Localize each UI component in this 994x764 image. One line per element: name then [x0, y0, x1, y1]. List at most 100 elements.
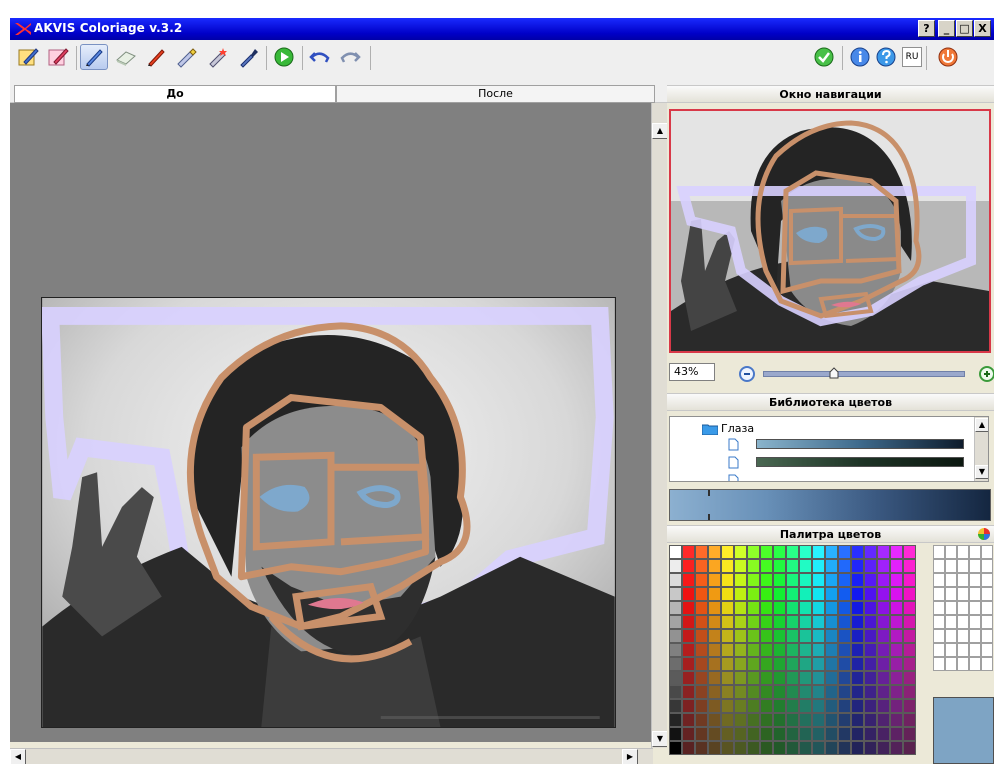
- new-document-icon[interactable]: [14, 44, 42, 70]
- palette-color-cell[interactable]: [721, 559, 734, 573]
- palette-color-cell[interactable]: [721, 601, 734, 615]
- palette-color-cell[interactable]: [708, 685, 721, 699]
- palette-color-cell[interactable]: [734, 713, 747, 727]
- custom-color-cell[interactable]: [945, 559, 957, 573]
- palette-color-cell[interactable]: [877, 629, 890, 643]
- palette-color-cell[interactable]: [851, 629, 864, 643]
- palette-color-cell[interactable]: [825, 671, 838, 685]
- palette-color-cell[interactable]: [864, 685, 877, 699]
- palette-color-cell[interactable]: [838, 629, 851, 643]
- apply-icon[interactable]: [810, 44, 838, 70]
- palette-color-cell[interactable]: [760, 643, 773, 657]
- palette-color-cell[interactable]: [799, 601, 812, 615]
- palette-color-cell[interactable]: [734, 657, 747, 671]
- palette-color-cell[interactable]: [825, 629, 838, 643]
- palette-color-cell[interactable]: [799, 615, 812, 629]
- palette-color-cell[interactable]: [877, 573, 890, 587]
- palette-color-cell[interactable]: [903, 699, 916, 713]
- custom-color-cell[interactable]: [981, 657, 993, 671]
- palette-color-cell[interactable]: [669, 699, 682, 713]
- palette-color-cell[interactable]: [812, 629, 825, 643]
- palette-color-cell[interactable]: [682, 573, 695, 587]
- palette-color-cell[interactable]: [890, 615, 903, 629]
- palette-color-cell[interactable]: [747, 713, 760, 727]
- palette-color-cell[interactable]: [838, 741, 851, 755]
- palette-color-cell[interactable]: [799, 587, 812, 601]
- palette-color-cell[interactable]: [669, 671, 682, 685]
- palette-color-cell[interactable]: [799, 685, 812, 699]
- redo-icon[interactable]: [336, 44, 364, 70]
- palette-color-cell[interactable]: [851, 671, 864, 685]
- custom-color-cell[interactable]: [945, 643, 957, 657]
- palette-color-cell[interactable]: [773, 559, 786, 573]
- palette-color-cell[interactable]: [838, 671, 851, 685]
- custom-color-cell[interactable]: [969, 559, 981, 573]
- custom-color-cell[interactable]: [981, 615, 993, 629]
- palette-color-cell[interactable]: [721, 573, 734, 587]
- palette-color-cell[interactable]: [747, 545, 760, 559]
- palette-color-cell[interactable]: [825, 545, 838, 559]
- palette-color-cell[interactable]: [864, 713, 877, 727]
- custom-color-cell[interactable]: [957, 545, 969, 559]
- current-color-swatch[interactable]: [933, 697, 994, 764]
- palette-color-cell[interactable]: [708, 713, 721, 727]
- palette-color-cell[interactable]: [682, 615, 695, 629]
- palette-color-cell[interactable]: [799, 559, 812, 573]
- palette-color-cell[interactable]: [747, 643, 760, 657]
- palette-color-cell[interactable]: [877, 545, 890, 559]
- palette-color-cell[interactable]: [786, 741, 799, 755]
- palette-color-cell[interactable]: [851, 559, 864, 573]
- custom-color-cell[interactable]: [933, 559, 945, 573]
- palette-color-cell[interactable]: [838, 657, 851, 671]
- palette-color-cell[interactable]: [695, 685, 708, 699]
- custom-color-cell[interactable]: [981, 629, 993, 643]
- palette-color-cell[interactable]: [734, 727, 747, 741]
- palette-color-cell[interactable]: [669, 601, 682, 615]
- palette-color-cell[interactable]: [708, 559, 721, 573]
- palette-color-cell[interactable]: [786, 601, 799, 615]
- palette-color-cell[interactable]: [734, 685, 747, 699]
- palette-color-cell[interactable]: [877, 699, 890, 713]
- library-scroll-down-button[interactable]: ▼: [975, 465, 988, 479]
- palette-color-cell[interactable]: [864, 727, 877, 741]
- palette-color-cell[interactable]: [890, 573, 903, 587]
- palette-color-cell[interactable]: [903, 671, 916, 685]
- palette-color-cell[interactable]: [825, 685, 838, 699]
- palette-color-cell[interactable]: [812, 685, 825, 699]
- palette-color-cell[interactable]: [773, 657, 786, 671]
- palette-color-cell[interactable]: [877, 657, 890, 671]
- photo-with-strokes[interactable]: [41, 297, 616, 728]
- palette-color-cell[interactable]: [773, 699, 786, 713]
- palette-color-cell[interactable]: [773, 545, 786, 559]
- palette-color-cell[interactable]: [760, 671, 773, 685]
- custom-color-cell[interactable]: [945, 657, 957, 671]
- palette-color-cell[interactable]: [786, 573, 799, 587]
- palette-color-cell[interactable]: [903, 601, 916, 615]
- palette-color-cell[interactable]: [825, 587, 838, 601]
- palette-color-cell[interactable]: [682, 685, 695, 699]
- palette-color-cell[interactable]: [773, 573, 786, 587]
- library-item[interactable]: [728, 437, 739, 451]
- palette-color-cell[interactable]: [786, 615, 799, 629]
- palette-color-cell[interactable]: [734, 741, 747, 755]
- palette-color-cell[interactable]: [890, 559, 903, 573]
- palette-color-cell[interactable]: [890, 699, 903, 713]
- custom-color-cell[interactable]: [981, 643, 993, 657]
- palette-color-cell[interactable]: [721, 671, 734, 685]
- palette-color-cell[interactable]: [877, 741, 890, 755]
- palette-color-cell[interactable]: [799, 545, 812, 559]
- palette-color-cell[interactable]: [773, 685, 786, 699]
- library-folder[interactable]: Глаза: [702, 422, 754, 435]
- palette-color-cell[interactable]: [799, 643, 812, 657]
- palette-color-cell[interactable]: [838, 573, 851, 587]
- palette-color-cell[interactable]: [721, 643, 734, 657]
- scroll-right-button[interactable]: ▶: [622, 749, 638, 764]
- palette-color-cell[interactable]: [903, 685, 916, 699]
- palette-color-cell[interactable]: [903, 629, 916, 643]
- palette-color-cell[interactable]: [877, 727, 890, 741]
- palette-color-cell[interactable]: [890, 545, 903, 559]
- palette-color-cell[interactable]: [747, 559, 760, 573]
- palette-color-cell[interactable]: [669, 685, 682, 699]
- palette-color-cell[interactable]: [812, 741, 825, 755]
- palette-color-cell[interactable]: [669, 713, 682, 727]
